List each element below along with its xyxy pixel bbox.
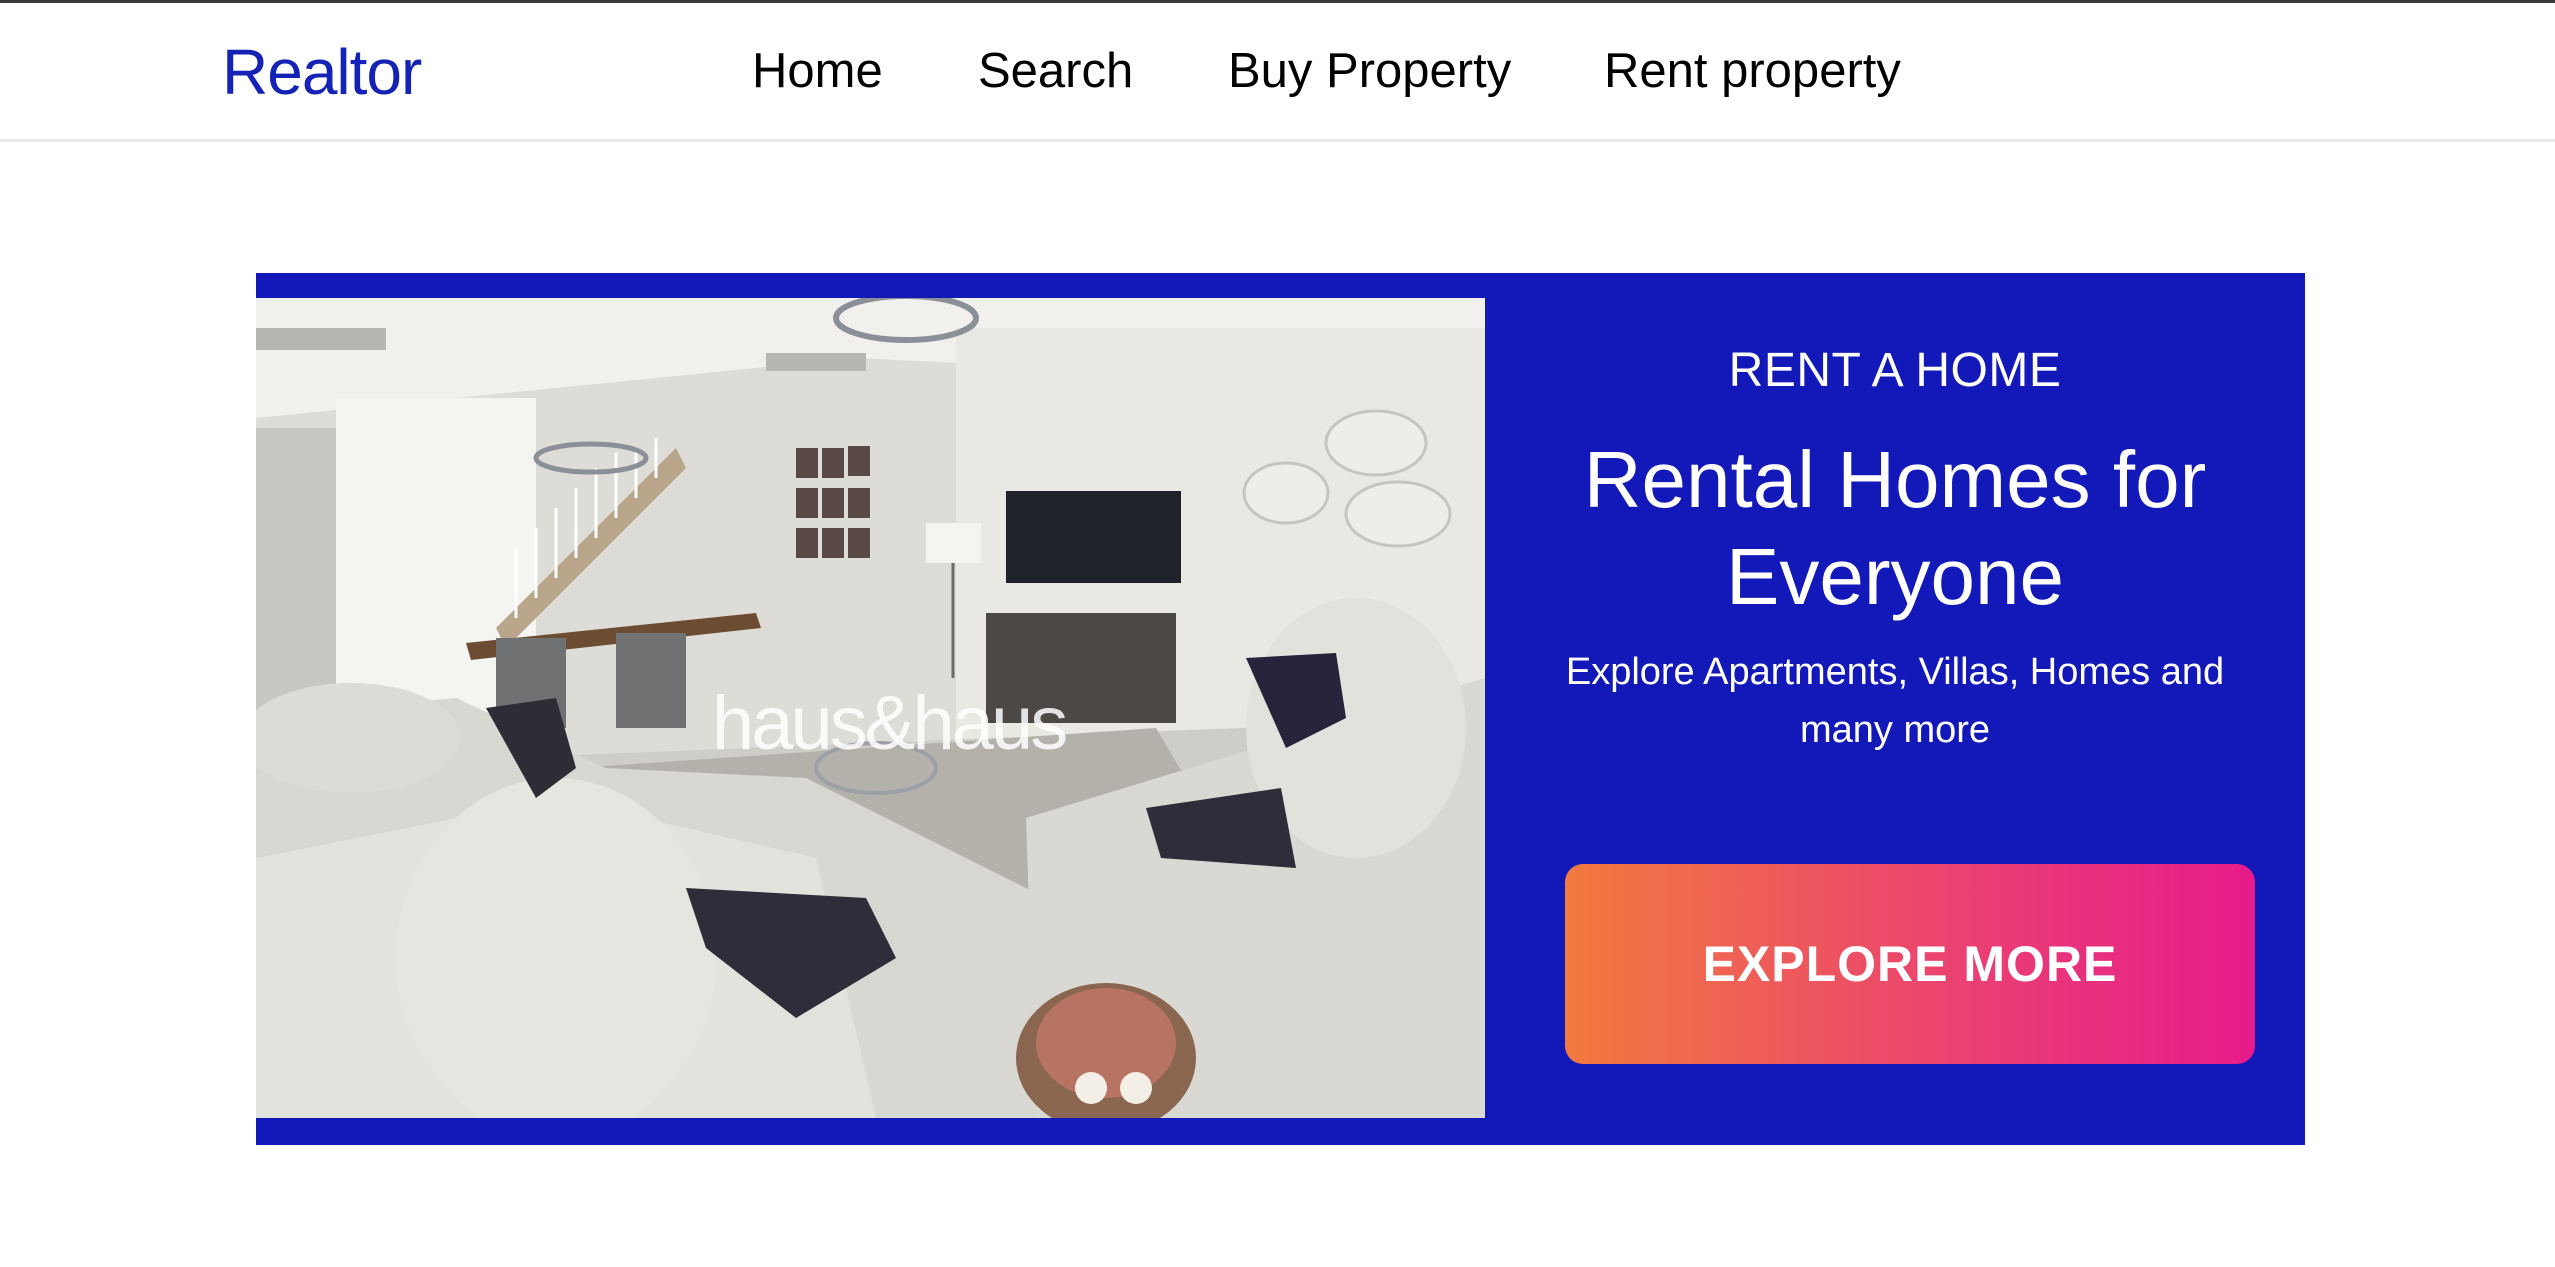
image-watermark: haus&haus	[712, 681, 1068, 766]
nav-rent-property[interactable]: Rent property	[1604, 43, 1901, 99]
explore-more-button[interactable]: EXPLORE MORE	[1565, 864, 2255, 1064]
logo-link[interactable]: Realtor	[222, 35, 422, 109]
navbar: Realtor Home Search Buy Property Rent pr…	[0, 3, 2555, 142]
nav-buy-property[interactable]: Buy Property	[1228, 43, 1511, 99]
nav-search[interactable]: Search	[978, 43, 1133, 99]
hero-image: haus&haus	[256, 298, 1485, 1118]
hero-title: Rental Homes for Everyone	[1583, 435, 2207, 621]
hero-eyebrow: RENT A HOME	[1728, 344, 2062, 397]
nav-home[interactable]: Home	[752, 43, 883, 99]
hero-subtitle: Explore Apartments, Villas, Homes and ma…	[1565, 651, 2225, 751]
hero-content: RENT A HOME Rental Homes for Everyone Ex…	[1485, 273, 2305, 1145]
hero-banner: haus&haus RENT A HOME Rental Homes for E…	[256, 273, 2305, 1145]
